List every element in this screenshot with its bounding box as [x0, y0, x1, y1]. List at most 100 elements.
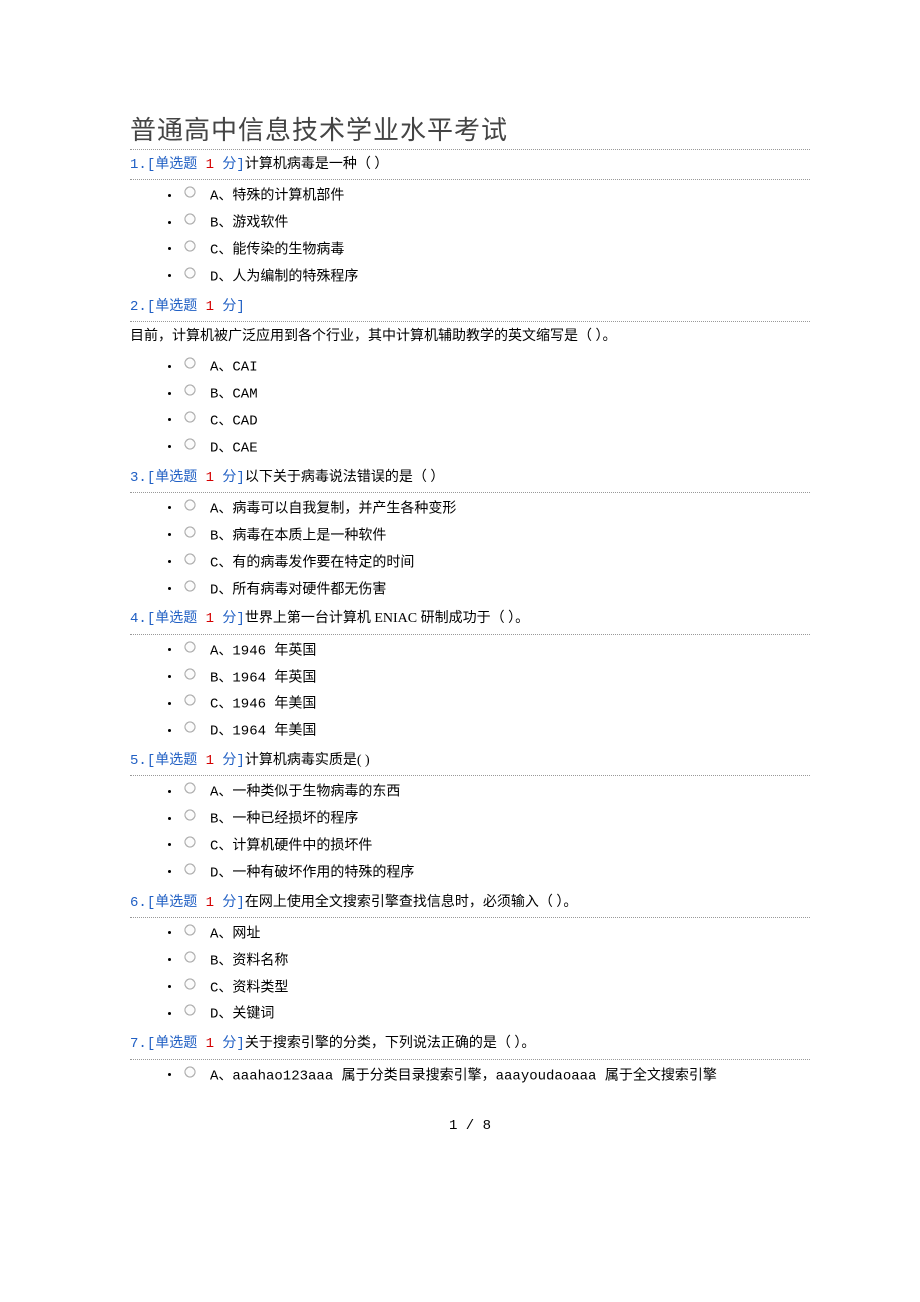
question-type-bracket-open: [ [147, 1036, 155, 1052]
option-text: D、人为编制的特殊程序 [210, 269, 358, 285]
radio-icon[interactable] [184, 381, 196, 403]
question-points: 1 [206, 895, 214, 911]
option-text: A、1946 年英国 [210, 643, 316, 659]
option-text: A、aaahao123aaa 属于分类目录搜索引擎，aaayoudaoaaa 属… [210, 1068, 717, 1084]
radio-icon[interactable] [184, 1063, 196, 1085]
option-item[interactable]: C、CAD [180, 407, 810, 434]
option-item[interactable]: A、病毒可以自我复制，并产生各种变形 [180, 495, 810, 522]
question-number: 7. [130, 1036, 147, 1052]
option-item[interactable]: B、资料名称 [180, 947, 810, 974]
option-text: B、1964 年英国 [210, 670, 316, 686]
radio-icon[interactable] [184, 496, 196, 518]
radio-icon[interactable] [184, 718, 196, 740]
question-points-suffix: 分] [214, 299, 245, 315]
option-text: A、一种类似于生物病毒的东西 [210, 785, 400, 801]
question-points: 1 [206, 470, 214, 486]
question-points-suffix: 分] [214, 157, 245, 173]
radio-icon[interactable] [184, 779, 196, 801]
radio-icon[interactable] [184, 833, 196, 855]
question-points-suffix: 分] [214, 753, 245, 769]
option-item[interactable]: B、CAM [180, 380, 810, 407]
options-list: A、特殊的计算机部件B、游戏软件 C、能传染的生物病毒 D、人为编制的特殊程序 [130, 182, 810, 289]
radio-icon[interactable] [184, 264, 196, 286]
radio-icon[interactable] [184, 354, 196, 376]
radio-icon[interactable] [184, 638, 196, 660]
option-item[interactable]: D、人为编制的特殊程序 [180, 263, 810, 290]
page-title: 普通高中信息技术学业水平考试 [130, 110, 810, 150]
option-item[interactable]: D、关键词 [180, 1000, 810, 1027]
option-text: B、资料名称 [210, 953, 288, 969]
option-item[interactable]: A、网址 [180, 920, 810, 947]
question-points-suffix: 分] [214, 611, 245, 627]
radio-icon[interactable] [184, 1001, 196, 1023]
radio-icon[interactable] [184, 691, 196, 713]
option-text: A、网址 [210, 926, 260, 942]
radio-icon[interactable] [184, 550, 196, 572]
option-item[interactable]: A、CAI [180, 353, 810, 380]
radio-icon[interactable] [184, 948, 196, 970]
option-text: D、一种有破坏作用的特殊的程序 [210, 865, 414, 881]
option-item[interactable]: D、1964 年美国 [180, 717, 810, 744]
option-item[interactable]: B、1964 年英国 [180, 664, 810, 691]
option-item[interactable]: B、一种已经损坏的程序 [180, 805, 810, 832]
radio-icon[interactable] [184, 435, 196, 457]
question-header: 5.[单选题 1 分]计算机病毒实质是( ) [130, 746, 810, 776]
question-header: 6.[单选题 1 分]在网上使用全文搜索引擎查找信息时，必须输入（ ）。 [130, 888, 810, 918]
radio-icon[interactable] [184, 975, 196, 997]
question: 6.[单选题 1 分]在网上使用全文搜索引擎查找信息时，必须输入（ ）。A、网址… [130, 888, 810, 1028]
radio-icon[interactable] [184, 806, 196, 828]
question-points: 1 [206, 753, 214, 769]
question-type-label: 单选题 [155, 753, 205, 769]
question-points: 1 [206, 1036, 214, 1052]
option-text: A、病毒可以自我复制，并产生各种变形 [210, 501, 456, 517]
radio-icon[interactable] [184, 921, 196, 943]
radio-icon[interactable] [184, 408, 196, 430]
question-type-bracket-open: [ [147, 895, 155, 911]
option-item[interactable]: D、所有病毒对硬件都无伤害 [180, 576, 810, 603]
question-stem: 目前，计算机被广泛应用到各个行业，其中计算机辅助教学的英文缩写是（ ）。 [130, 322, 810, 351]
option-item[interactable]: C、1946 年美国 [180, 690, 810, 717]
question-stem: 关于搜索引擎的分类，下列说法正确的是（ ）。 [245, 1036, 536, 1051]
radio-icon[interactable] [184, 210, 196, 232]
question-type-bracket-open: [ [147, 157, 155, 173]
radio-icon[interactable] [184, 237, 196, 259]
question-points: 1 [206, 157, 214, 173]
radio-icon[interactable] [184, 665, 196, 687]
option-item[interactable]: A、一种类似于生物病毒的东西 [180, 778, 810, 805]
option-text: C、能传染的生物病毒 [210, 242, 344, 258]
question-header: 4.[单选题 1 分]世界上第一台计算机 ENIAC 研制成功于（ ）。 [130, 604, 810, 634]
option-item[interactable]: B、游戏软件 [180, 209, 810, 236]
option-item[interactable]: A、aaahao123aaa 属于分类目录搜索引擎，aaayoudaoaaa 属… [180, 1062, 810, 1089]
question-header: 3.[单选题 1 分]以下关于病毒说法错误的是（ ） [130, 463, 810, 493]
option-item[interactable]: A、1946 年英国 [180, 637, 810, 664]
options-list: A、一种类似于生物病毒的东西 B、一种已经损坏的程序C、计算机硬件中的损坏件 D、一… [130, 778, 810, 885]
option-text: C、1946 年美国 [210, 697, 316, 713]
option-text: D、1964 年美国 [210, 724, 316, 740]
question-stem: 以下关于病毒说法错误的是（ ） [245, 470, 445, 485]
question-header: 1.[单选题 1 分]计算机病毒是一种（ ） [130, 150, 810, 180]
question-stem: 计算机病毒是一种（ ） [245, 157, 389, 172]
radio-icon[interactable] [184, 523, 196, 545]
options-list: A、aaahao123aaa 属于分类目录搜索引擎，aaayoudaoaaa 属… [130, 1062, 810, 1089]
option-item[interactable]: B、病毒在本质上是一种软件 [180, 522, 810, 549]
question-points-suffix: 分] [214, 470, 245, 486]
option-item[interactable]: D、CAE [180, 434, 810, 461]
option-item[interactable]: C、计算机硬件中的损坏件 [180, 832, 810, 859]
option-item[interactable]: A、特殊的计算机部件 [180, 182, 810, 209]
question-points: 1 [206, 299, 214, 315]
question-type-label: 单选题 [155, 611, 205, 627]
option-item[interactable]: C、能传染的生物病毒 [180, 236, 810, 263]
option-text: D、CAE [210, 440, 258, 456]
option-text: B、CAM [210, 387, 258, 403]
radio-icon[interactable] [184, 577, 196, 599]
question: 2.[单选题 1 分]目前，计算机被广泛应用到各个行业，其中计算机辅助教学的英文… [130, 292, 810, 461]
radio-icon[interactable] [184, 860, 196, 882]
option-text: B、病毒在本质上是一种软件 [210, 528, 386, 544]
option-item[interactable]: D、一种有破坏作用的特殊的程序 [180, 859, 810, 886]
question-type-label: 单选题 [155, 895, 205, 911]
option-item[interactable]: C、有的病毒发作要在特定的时间 [180, 549, 810, 576]
radio-icon[interactable] [184, 183, 196, 205]
options-list: A、网址 B、资料名称 C、资料类型D、关键词 [130, 920, 810, 1027]
question-header: 2.[单选题 1 分] [130, 292, 810, 322]
option-item[interactable]: C、资料类型 [180, 974, 810, 1001]
